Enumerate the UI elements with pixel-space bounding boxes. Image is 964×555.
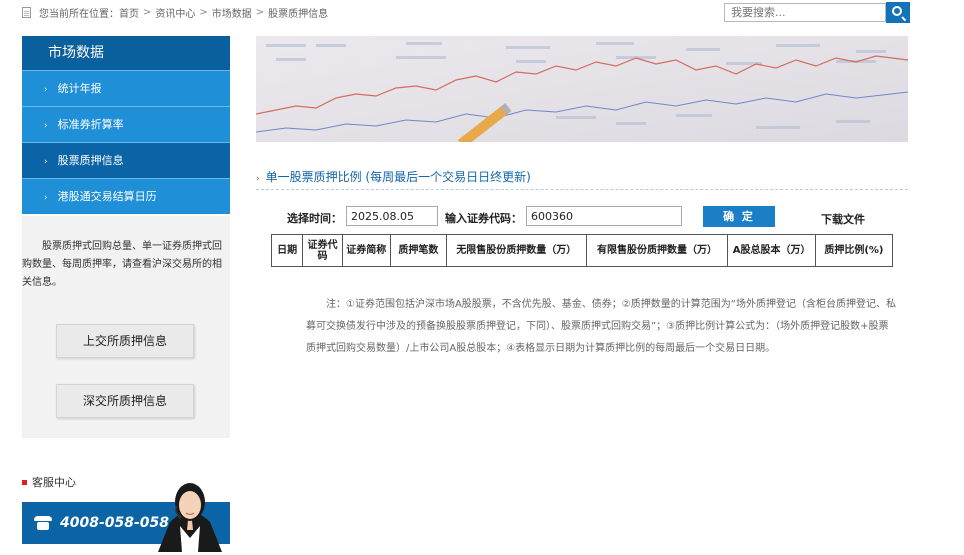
sidebar-item-annual-stats[interactable]: › 统计年报 xyxy=(22,70,230,106)
chevron-right-icon: › xyxy=(44,121,48,131)
sidebar-item-conversion-rate[interactable]: › 标准券折算率 xyxy=(22,106,230,142)
pledge-ratio-table: 日期 证券代码 证券简称 质押笔数 无限售股份质押数量（万） 有限售股份质押数量… xyxy=(270,234,894,267)
table-header-row: 日期 证券代码 证券简称 质押笔数 无限售股份质押数量（万） 有限售股份质押数量… xyxy=(270,234,894,267)
sidebar-item-pledge-info[interactable]: › 股票质押信息 xyxy=(22,142,230,178)
col-date: 日期 xyxy=(270,234,304,267)
col-a-share-total: A股总股本（万） xyxy=(727,234,816,267)
market-chart-banner xyxy=(256,36,908,142)
date-input[interactable] xyxy=(346,206,438,226)
code-label: 输入证券代码： xyxy=(445,212,522,225)
section-title: › 单一股票质押比例 (每周最后一个交易日日终更新) xyxy=(256,168,531,185)
col-pledge-ratio: 质押比例(%) xyxy=(814,234,894,267)
security-code-input[interactable] xyxy=(526,206,682,226)
customer-service: 客服中心 4008-058-058 xyxy=(22,462,230,552)
notes-text: 注：①证券范围包括沪深市场A股股票，不含优先股、基金、债券；②质押数量的计算范围… xyxy=(306,299,896,354)
sidebar-info-panel: 股票质押式回购总量、单一证券质押式回购数量、每周质押率，请查看沪深交易所的相关信… xyxy=(22,216,230,438)
search-input[interactable] xyxy=(724,3,886,22)
breadcrumb-news-center[interactable]: 资讯中心 xyxy=(155,5,195,20)
service-title-text: 客服中心 xyxy=(32,476,76,489)
breadcrumb: 您当前所在位置： 首页 > 资讯中心 > 市场数据 > 股票质押信息 xyxy=(22,5,328,20)
date-label: 选择时间： xyxy=(287,212,342,225)
chevron-right-icon: › xyxy=(44,193,48,203)
breadcrumb-current: 股票质押信息 xyxy=(268,9,329,20)
sidebar: 市场数据 › 统计年报 › 标准券折算率 › 股票质押信息 › 港股通交易结算日历 xyxy=(22,36,230,214)
service-agent-image xyxy=(158,483,222,552)
chevron-right-icon: › xyxy=(44,157,48,167)
chevron-right-icon: › xyxy=(44,85,48,95)
breadcrumb-prefix: 您当前所在位置： xyxy=(39,9,119,20)
col-restricted-pledge-qty: 有限售股份质押数量（万） xyxy=(585,234,729,267)
sh-exchange-pledge-button[interactable]: 上交所质押信息 xyxy=(56,324,194,358)
sidebar-description: 股票质押式回购总量、单一证券质押式回购数量、每周质押率，请查看沪深交易所的相关信… xyxy=(22,241,222,288)
col-security-name: 证券简称 xyxy=(341,234,391,267)
sidebar-title: 市场数据 xyxy=(22,36,230,70)
search-button[interactable] xyxy=(886,2,910,23)
breadcrumb-home[interactable]: 首页 xyxy=(119,5,139,20)
search-icon xyxy=(892,6,902,16)
sidebar-item-label: 标准券折算率 xyxy=(57,118,124,131)
query-form: 选择时间： 输入证券代码： 确 定 下载文件 xyxy=(256,206,908,228)
col-pledge-count: 质押笔数 xyxy=(389,234,448,267)
sidebar-item-label: 股票质押信息 xyxy=(57,154,124,167)
section-divider xyxy=(256,189,908,190)
service-title: 客服中心 xyxy=(22,474,76,490)
red-square-icon xyxy=(22,479,27,485)
breadcrumb-separator: > xyxy=(255,7,265,18)
chevron-right-icon: › xyxy=(256,174,260,184)
breadcrumb-market-data[interactable]: 市场数据 xyxy=(212,5,252,20)
telephone-icon xyxy=(34,516,52,530)
breadcrumb-separator: > xyxy=(143,7,152,18)
confirm-button[interactable]: 确 定 xyxy=(703,206,775,227)
sz-exchange-pledge-button[interactable]: 深交所质押信息 xyxy=(56,384,194,418)
sidebar-item-hk-calendar[interactable]: › 港股通交易结算日历 xyxy=(22,178,230,214)
section-title-text: 单一股票质押比例 (每周最后一个交易日日终更新) xyxy=(265,170,531,184)
col-security-code: 证券代码 xyxy=(302,234,343,267)
breadcrumb-separator: > xyxy=(199,7,208,18)
sidebar-item-label: 港股通交易结算日历 xyxy=(57,190,157,203)
download-file-link[interactable]: 下载文件 xyxy=(821,211,865,227)
sidebar-item-label: 统计年报 xyxy=(57,82,102,95)
col-unrestricted-pledge-qty: 无限售股份质押数量（万） xyxy=(446,234,587,267)
top-bar: 您当前所在位置： 首页 > 资讯中心 > 市场数据 > 股票质押信息 xyxy=(0,0,964,24)
document-icon xyxy=(22,7,31,18)
